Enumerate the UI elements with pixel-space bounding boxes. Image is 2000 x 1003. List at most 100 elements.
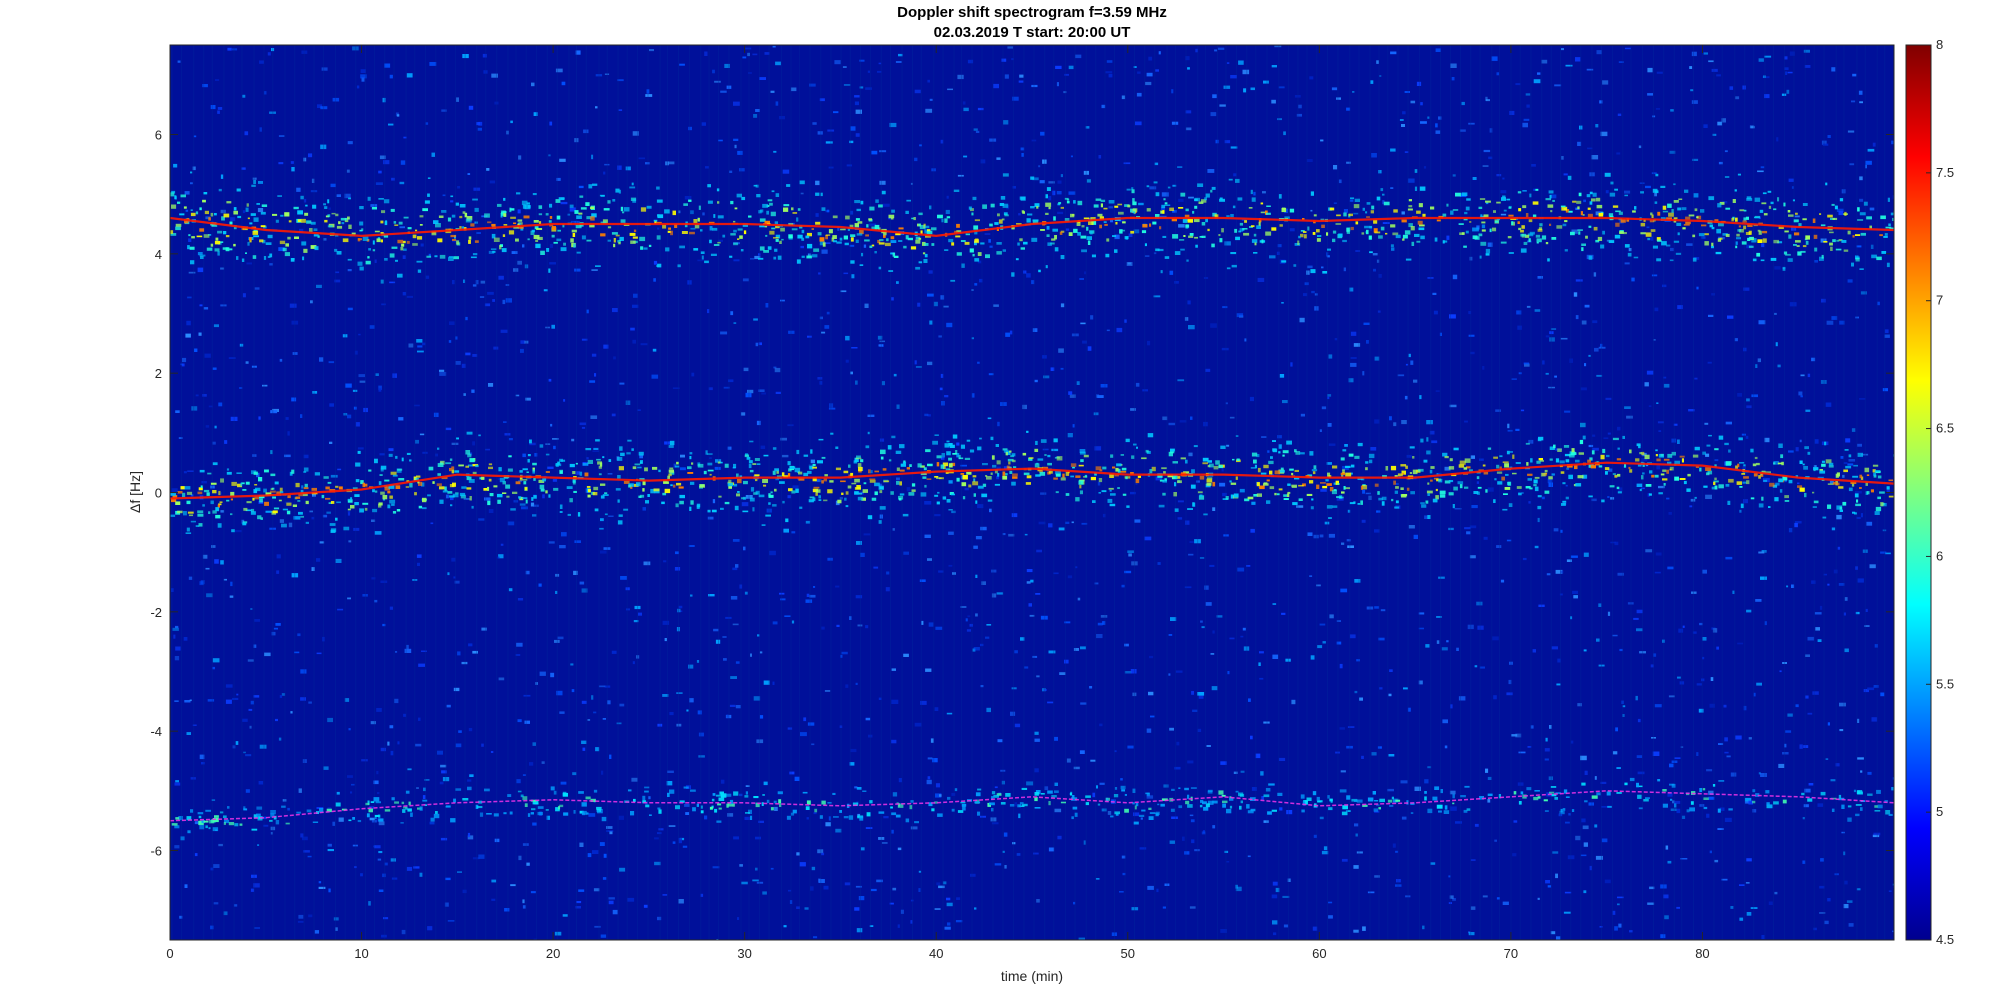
ridge-speckle bbox=[1768, 506, 1771, 508]
ridge-speckle bbox=[1348, 213, 1353, 217]
ridge-speckle bbox=[1650, 229, 1656, 232]
noise-speckle bbox=[1058, 348, 1064, 353]
ridge-speckle bbox=[924, 253, 928, 258]
noise-speckle bbox=[1281, 612, 1286, 615]
noise-speckle bbox=[1824, 920, 1829, 925]
ridge-speckle bbox=[264, 469, 269, 473]
ridge-speckle bbox=[1077, 232, 1081, 236]
ridge-speckle bbox=[1125, 476, 1128, 480]
ridge-speckle bbox=[474, 207, 479, 212]
noise-speckle bbox=[1328, 533, 1335, 538]
ridge-speckle bbox=[1564, 220, 1568, 223]
noise-speckle bbox=[1036, 549, 1042, 553]
noise-speckle bbox=[329, 441, 333, 444]
ridge-speckle bbox=[1099, 224, 1102, 229]
ridge-speckle bbox=[450, 195, 454, 198]
ridge-speckle bbox=[1792, 199, 1795, 202]
ridge-speckle bbox=[1310, 191, 1314, 196]
ridge-speckle bbox=[1793, 219, 1799, 223]
noise-speckle bbox=[532, 514, 537, 517]
ridge-speckle bbox=[1105, 253, 1110, 258]
ridge-speckle bbox=[1132, 208, 1138, 212]
ridge-speckle bbox=[398, 221, 403, 225]
ridge-speckle bbox=[286, 510, 291, 515]
ridge-speckle bbox=[1660, 185, 1666, 188]
noise-speckle bbox=[1857, 578, 1864, 583]
ridge-speckle bbox=[1366, 216, 1370, 218]
noise-speckle bbox=[1458, 696, 1466, 701]
ridge-speckle bbox=[1512, 454, 1515, 459]
ridge-speckle bbox=[1796, 245, 1800, 247]
ridge-speckle bbox=[1180, 192, 1186, 197]
ridge-speckle bbox=[946, 499, 951, 503]
ridge-speckle bbox=[1062, 473, 1065, 478]
noise-speckle bbox=[416, 554, 422, 558]
noise-speckle bbox=[554, 931, 562, 936]
ridge-speckle bbox=[829, 480, 834, 483]
noise-speckle bbox=[925, 108, 933, 113]
noise-speckle bbox=[845, 684, 849, 688]
ridge-speckle bbox=[1072, 466, 1075, 469]
ridge-speckle bbox=[1325, 479, 1329, 482]
ridge-speckle bbox=[1276, 493, 1280, 496]
noise-speckle bbox=[1584, 770, 1588, 775]
noise-speckle bbox=[914, 722, 922, 727]
ridge-speckle bbox=[1086, 236, 1092, 240]
ridge-speckle bbox=[1528, 238, 1531, 242]
ridge-speckle bbox=[1805, 240, 1809, 245]
ridge-speckle bbox=[1787, 258, 1793, 262]
ridge-speckle bbox=[1058, 202, 1062, 205]
noise-speckle bbox=[1758, 320, 1766, 325]
noise-speckle bbox=[1024, 533, 1028, 536]
ridge-speckle bbox=[1234, 228, 1238, 233]
ridge-speckle bbox=[1688, 214, 1695, 217]
noise-speckle bbox=[171, 488, 178, 493]
noise-speckle bbox=[1242, 69, 1250, 75]
ridge-speckle bbox=[190, 260, 195, 265]
ridge-speckle bbox=[461, 486, 467, 489]
ridge-speckle bbox=[291, 469, 295, 474]
ridge-speckle bbox=[236, 472, 242, 474]
noise-speckle bbox=[1353, 929, 1359, 933]
noise-speckle bbox=[181, 363, 185, 367]
ridge-speckle bbox=[840, 228, 846, 231]
noise-speckle bbox=[1544, 748, 1550, 752]
noise-speckle bbox=[924, 413, 929, 417]
noise-speckle bbox=[753, 318, 758, 321]
noise-speckle bbox=[881, 381, 885, 386]
ridge-speckle bbox=[1289, 468, 1294, 471]
ridge-speckle bbox=[1108, 487, 1114, 490]
ridge-speckle bbox=[203, 234, 210, 238]
noise-speckle bbox=[856, 928, 863, 933]
ridge-speckle bbox=[493, 237, 500, 242]
ridge-speckle bbox=[1731, 217, 1734, 222]
noise-speckle bbox=[1223, 85, 1231, 89]
noise-speckle bbox=[1522, 122, 1528, 128]
noise-speckle bbox=[701, 122, 706, 126]
ridge-speckle bbox=[780, 227, 785, 232]
ridge-speckle bbox=[1163, 471, 1166, 474]
ridge-speckle bbox=[471, 505, 474, 509]
noise-speckle bbox=[1182, 836, 1185, 841]
ridge-speckle bbox=[632, 466, 637, 470]
noise-speckle bbox=[985, 636, 990, 639]
ridge-speckle bbox=[697, 217, 700, 222]
ridge-speckle bbox=[1390, 224, 1396, 228]
ridge-speckle bbox=[1132, 201, 1137, 206]
noise-speckle bbox=[645, 94, 653, 97]
noise-speckle bbox=[491, 898, 496, 901]
ridge-speckle bbox=[1364, 225, 1370, 229]
ridge-speckle bbox=[979, 437, 982, 440]
ridge-speckle bbox=[937, 214, 943, 219]
noise-speckle bbox=[289, 303, 297, 308]
ridge-speckle bbox=[1746, 198, 1753, 201]
noise-speckle bbox=[626, 608, 630, 611]
ridge-speckle bbox=[1054, 247, 1059, 252]
noise-speckle bbox=[491, 879, 497, 883]
ridge-speckle bbox=[351, 232, 356, 235]
ridge-speckle bbox=[1880, 215, 1886, 220]
ridge-speckle bbox=[532, 193, 537, 196]
noise-speckle bbox=[964, 487, 969, 491]
ridge-speckle bbox=[1418, 203, 1423, 208]
ridge-speckle bbox=[1235, 178, 1240, 183]
